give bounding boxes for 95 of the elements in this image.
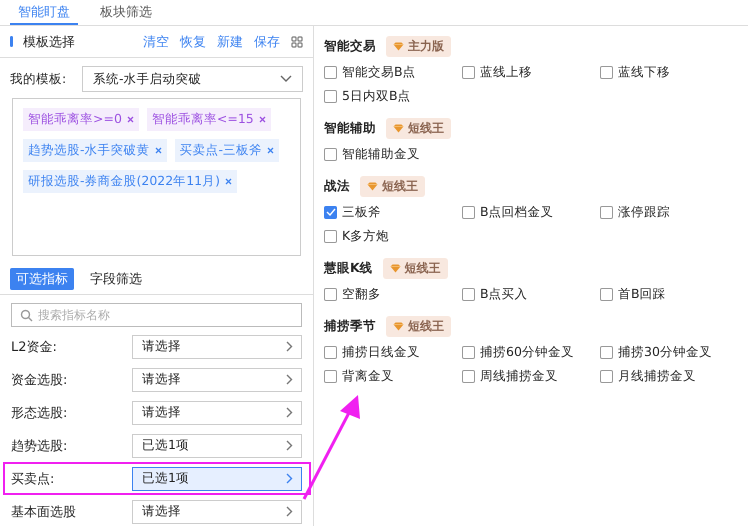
checkbox[interactable] (462, 288, 475, 300)
action-link[interactable]: 保存 (254, 32, 280, 50)
option-label: 智能辅助金叉 (342, 146, 420, 162)
accent-bar (10, 36, 13, 47)
checkbox[interactable] (324, 90, 337, 102)
template-dropdown[interactable]: 系统-水手启动突破 (82, 66, 303, 92)
chevron-right-icon (286, 341, 293, 352)
checkbox[interactable] (324, 148, 337, 160)
section-title: 智能交易 (324, 38, 376, 54)
version-badge: 短线王 (382, 258, 448, 278)
option-label: 涨停跟踪 (618, 204, 670, 220)
tab[interactable]: 智能盯盘 (10, 0, 78, 25)
search-icon (20, 309, 33, 322)
close-icon[interactable] (224, 178, 232, 185)
diamond-icon (390, 264, 401, 272)
chevron-right-icon (286, 374, 293, 385)
checkbox[interactable] (462, 370, 475, 382)
filter-tag[interactable]: 买卖点-三板斧 (174, 139, 280, 162)
filter-label: L2资金: (11, 338, 58, 356)
tab[interactable]: 字段筛选 (84, 268, 148, 290)
close-icon[interactable] (154, 147, 162, 154)
action-link[interactable]: 新建 (217, 32, 243, 50)
filter-select[interactable]: 已选1项 (132, 466, 302, 490)
checkbox[interactable] (324, 230, 337, 242)
tab[interactable]: 可选指标 (10, 268, 74, 290)
option-label: B点回档金叉 (480, 204, 554, 220)
close-icon[interactable] (258, 116, 266, 123)
tab[interactable]: 板块筛选 (92, 0, 160, 25)
checkbox[interactable] (324, 288, 337, 300)
close-icon[interactable] (267, 147, 274, 154)
filter-label: 形态选股: (11, 404, 68, 422)
filter-tag[interactable]: 智能乖离率>=0 (23, 108, 139, 131)
filter-label: 资金选股: (11, 372, 68, 388)
filter-select[interactable]: 请选择 (132, 334, 302, 358)
version-badge: 主力版 (386, 36, 451, 56)
checkbox[interactable] (462, 206, 475, 218)
option-label: B点买入 (480, 286, 528, 302)
filter-label: 趋势选股: (11, 438, 68, 454)
option-label: K多方炮 (342, 228, 390, 244)
filter-select[interactable]: 请选择 (132, 368, 302, 392)
section-title: 捕捞季节 (324, 318, 376, 334)
grid-icon[interactable] (291, 36, 303, 48)
diamond-icon (393, 42, 404, 50)
chevron-right-icon (286, 506, 293, 517)
filter-tag[interactable]: 趋势选股-水手突破黄 (23, 139, 167, 162)
option-label: 蓝线下移 (618, 64, 670, 80)
action-link[interactable]: 恢复 (180, 32, 206, 50)
diamond-icon (367, 182, 378, 190)
option-label: 捕捞60分钟金叉 (480, 344, 574, 360)
option-label: 捕捞30分钟金叉 (618, 344, 712, 360)
action-link[interactable]: 清空 (143, 32, 169, 50)
checkbox[interactable] (600, 370, 613, 382)
option-label: 背离金叉 (342, 368, 394, 384)
checkbox[interactable] (462, 66, 475, 78)
option-label: 蓝线上移 (480, 64, 532, 80)
filter-select[interactable]: 已选1项 (132, 434, 302, 458)
option-label: 周线捕捞金叉 (480, 368, 558, 384)
checkbox[interactable] (600, 206, 613, 218)
checkbox[interactable] (324, 206, 337, 218)
checkbox[interactable] (600, 288, 613, 300)
panel-title: 模板选择 (23, 34, 75, 50)
filter-label: 基本面选股 (11, 504, 77, 520)
option-label: 首B回踩 (618, 286, 666, 302)
checkbox[interactable] (324, 346, 337, 358)
version-badge: 短线王 (386, 316, 451, 336)
close-icon[interactable] (126, 116, 134, 123)
version-badge: 短线王 (360, 176, 425, 196)
filter-select[interactable]: 请选择 (132, 500, 302, 524)
filter-label: 买卖点: (11, 470, 56, 488)
filter-tag[interactable]: 智能乖离率<=15 (146, 108, 271, 131)
checkbox[interactable] (600, 346, 613, 358)
diamond-icon (393, 124, 404, 132)
diamond-icon (393, 322, 404, 330)
filter-tag[interactable]: 研报选股-券商金股(2022年11月) (23, 170, 237, 193)
option-label: 月线捕捞金叉 (618, 368, 696, 384)
chevron-right-icon (286, 407, 293, 418)
search-field[interactable]: 搜索指标名称 (11, 303, 302, 327)
option-label: 三板斧 (342, 204, 381, 220)
option-label: 空翻多 (342, 286, 381, 302)
chevron-down-icon (280, 75, 292, 83)
chevron-right-icon (286, 440, 293, 451)
checkbox[interactable] (324, 66, 337, 78)
section-title: 慧眼K线 (324, 260, 373, 276)
field-label: 我的模板: (10, 70, 68, 88)
checkbox[interactable] (462, 346, 475, 358)
section-title: 智能辅助 (324, 120, 376, 136)
option-label: 智能交易B点 (342, 64, 416, 80)
checkbox[interactable] (324, 370, 337, 382)
version-badge: 短线王 (386, 118, 451, 138)
option-label: 捕捞日线金叉 (342, 344, 420, 360)
checkbox[interactable] (600, 66, 613, 78)
filter-select[interactable]: 请选择 (132, 400, 302, 424)
chevron-right-icon (286, 473, 293, 484)
option-label: 5日内双B点 (342, 88, 411, 104)
section-title: 战法 (324, 178, 350, 194)
